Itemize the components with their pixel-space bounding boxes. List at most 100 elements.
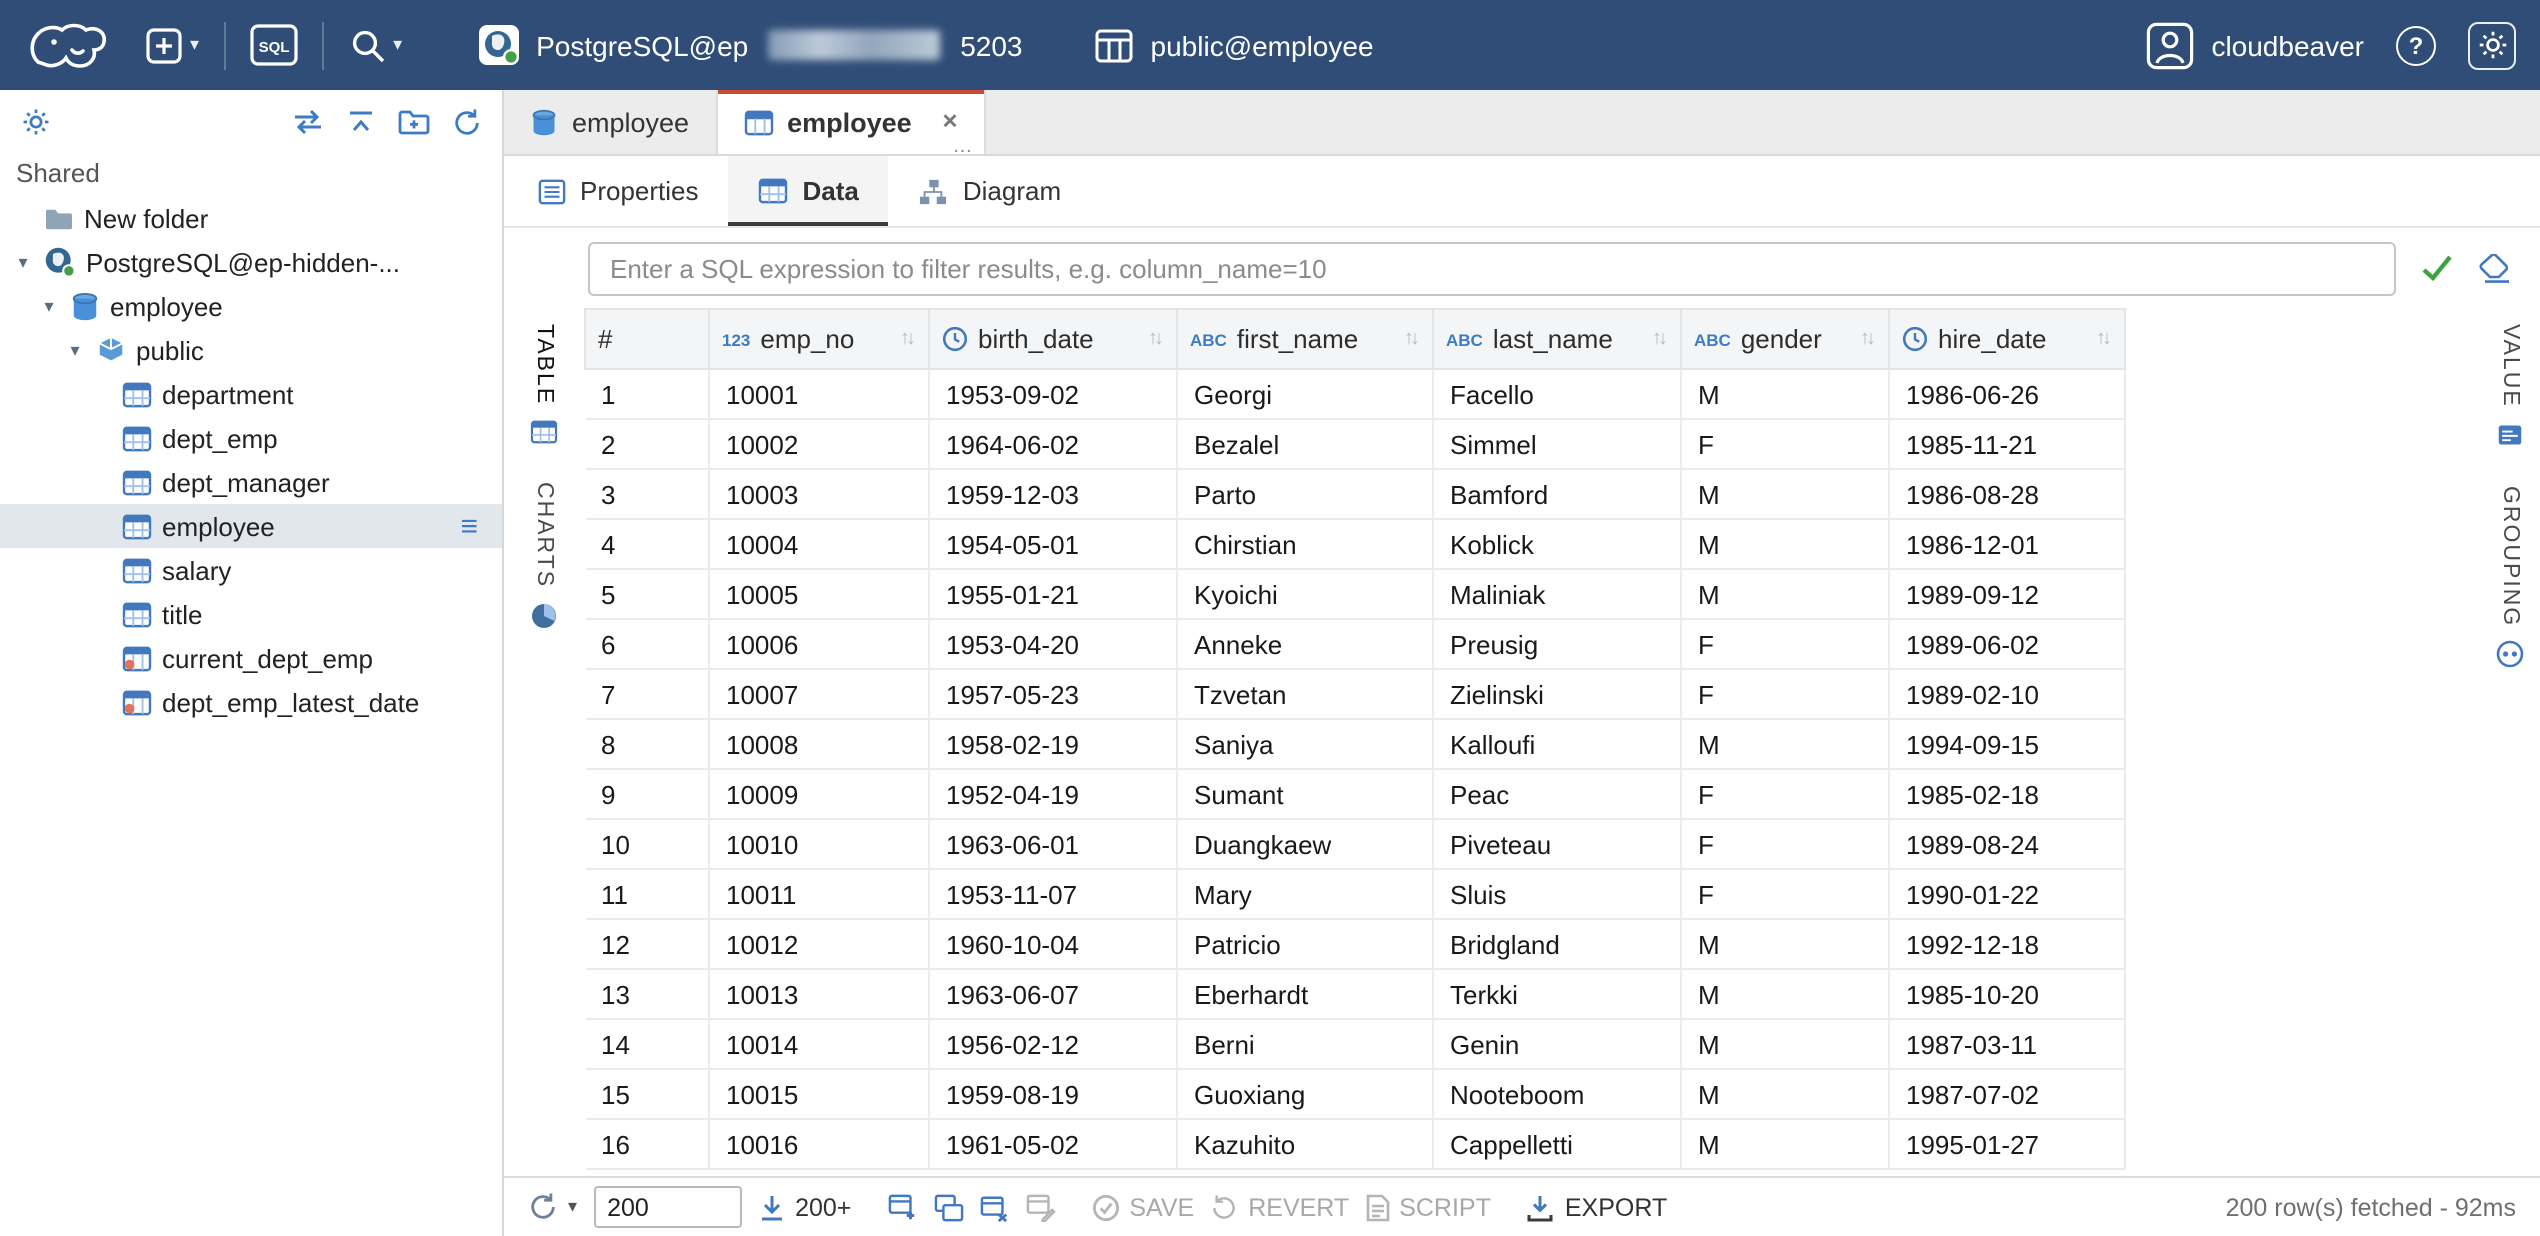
data-cell[interactable]: 1985-10-20 <box>1889 969 2125 1019</box>
data-cell[interactable]: M <box>1681 969 1889 1019</box>
data-cell[interactable]: 1986-08-28 <box>1889 469 2125 519</box>
data-cell[interactable]: Simmel <box>1433 419 1681 469</box>
column-header-hire_date[interactable]: hire_date↑↓ <box>1889 309 2125 369</box>
data-cell[interactable]: 1961-05-02 <box>929 1119 1177 1169</box>
data-cell[interactable]: Zielinski <box>1433 669 1681 719</box>
row-limit-input[interactable] <box>593 1186 741 1228</box>
export-button[interactable]: EXPORT <box>1527 1193 1667 1221</box>
data-cell[interactable]: Preusig <box>1433 619 1681 669</box>
data-cell[interactable]: 1959-12-03 <box>929 469 1177 519</box>
data-cell[interactable]: Mary <box>1177 869 1433 919</box>
column-header-first_name[interactable]: ABCfirst_name↑↓ <box>1177 309 1433 369</box>
script-button[interactable]: SCRIPT <box>1365 1193 1491 1221</box>
row-index-cell[interactable]: 15 <box>585 1069 709 1119</box>
data-cell[interactable]: 1985-11-21 <box>1889 419 2125 469</box>
panel-grouping[interactable]: GROUPING <box>2496 486 2524 675</box>
data-cell[interactable]: 1990-01-22 <box>1889 869 2125 919</box>
item-menu-icon[interactable]: ≡ <box>460 509 478 543</box>
data-cell[interactable]: 10014 <box>709 1019 929 1069</box>
refresh-button[interactable]: ▾ <box>528 1192 577 1222</box>
data-cell[interactable]: 10004 <box>709 519 929 569</box>
data-cell[interactable]: 1963-06-01 <box>929 819 1177 869</box>
row-index-cell[interactable]: 11 <box>585 869 709 919</box>
expand-chevron-icon[interactable]: ▾ <box>12 251 34 273</box>
data-cell[interactable]: Kazuhito <box>1177 1119 1433 1169</box>
data-cell[interactable]: M <box>1681 1069 1889 1119</box>
data-cell[interactable]: 1963-06-07 <box>929 969 1177 1019</box>
data-cell[interactable]: Bezalel <box>1177 419 1433 469</box>
data-cell[interactable]: 1994-09-15 <box>1889 719 2125 769</box>
column-header-gender[interactable]: ABCgender↑↓ <box>1681 309 1889 369</box>
fetch-next-button[interactable]: 200+ <box>757 1193 851 1221</box>
data-cell[interactable]: 1953-04-20 <box>929 619 1177 669</box>
row-index-cell[interactable]: 3 <box>585 469 709 519</box>
tab-employee-database[interactable]: employee <box>504 90 717 154</box>
data-cell[interactable]: 1953-09-02 <box>929 369 1177 419</box>
new-object-button[interactable]: ▾ <box>140 21 203 69</box>
connection-selector[interactable]: PostgreSQL@ep 5203 <box>478 24 1022 66</box>
tree-item-dept_manager[interactable]: dept_manager <box>0 460 502 504</box>
data-cell[interactable]: Bamford <box>1433 469 1681 519</box>
data-cell[interactable]: M <box>1681 719 1889 769</box>
add-row-icon[interactable] <box>887 1193 917 1221</box>
row-index-cell[interactable]: 14 <box>585 1019 709 1069</box>
data-cell[interactable]: Georgi <box>1177 369 1433 419</box>
tree-item-salary[interactable]: salary <box>0 548 502 592</box>
data-cell[interactable]: Guoxiang <box>1177 1069 1433 1119</box>
data-cell[interactable]: 10012 <box>709 919 929 969</box>
column-header-last_name[interactable]: ABClast_name↑↓ <box>1433 309 1681 369</box>
data-cell[interactable]: Koblick <box>1433 519 1681 569</box>
data-cell[interactable]: Peac <box>1433 769 1681 819</box>
data-cell[interactable]: 10002 <box>709 419 929 469</box>
data-cell[interactable]: Terkki <box>1433 969 1681 1019</box>
data-cell[interactable]: 1957-05-23 <box>929 669 1177 719</box>
data-cell[interactable]: 10010 <box>709 819 929 869</box>
data-cell[interactable]: 10001 <box>709 369 929 419</box>
tree-item-title[interactable]: title <box>0 592 502 636</box>
presentation-table[interactable]: TABLE <box>530 324 558 449</box>
panel-value[interactable]: VALUE <box>2496 324 2524 454</box>
data-cell[interactable]: 1964-06-02 <box>929 419 1177 469</box>
data-cell[interactable]: Kyoichi <box>1177 569 1433 619</box>
data-cell[interactable]: 1995-01-27 <box>1889 1119 2125 1169</box>
row-index-cell[interactable]: 12 <box>585 919 709 969</box>
data-cell[interactable]: 1986-06-26 <box>1889 369 2125 419</box>
expand-chevron-icon[interactable]: ▾ <box>64 339 86 361</box>
sort-icon[interactable]: ↑↓ <box>900 328 916 350</box>
data-cell[interactable]: Sumant <box>1177 769 1433 819</box>
row-index-cell[interactable]: 5 <box>585 569 709 619</box>
subtab-data[interactable]: Data <box>729 156 889 226</box>
data-cell[interactable]: 1985-02-18 <box>1889 769 2125 819</box>
sort-icon[interactable]: ↑↓ <box>1860 328 1876 350</box>
sql-filter-input[interactable] <box>588 241 2396 295</box>
data-cell[interactable]: Genin <box>1433 1019 1681 1069</box>
refresh-tree-icon[interactable] <box>452 107 482 137</box>
data-cell[interactable]: Sluis <box>1433 869 1681 919</box>
data-cell[interactable]: 1958-02-19 <box>929 719 1177 769</box>
data-cell[interactable]: Parto <box>1177 469 1433 519</box>
tree-item-department[interactable]: department <box>0 372 502 416</box>
data-cell[interactable]: 1989-06-02 <box>1889 619 2125 669</box>
data-cell[interactable]: 10009 <box>709 769 929 819</box>
data-cell[interactable]: Piveteau <box>1433 819 1681 869</box>
data-cell[interactable]: Patricio <box>1177 919 1433 969</box>
data-cell[interactable]: 10008 <box>709 719 929 769</box>
data-cell[interactable]: Tzvetan <box>1177 669 1433 719</box>
apply-filter-check-icon[interactable] <box>2420 254 2454 282</box>
data-cell[interactable]: 1956-02-12 <box>929 1019 1177 1069</box>
data-cell[interactable]: Kalloufi <box>1433 719 1681 769</box>
schema-selector[interactable]: public@employee <box>1095 27 1374 63</box>
data-cell[interactable]: M <box>1681 1119 1889 1169</box>
row-index-cell[interactable]: 9 <box>585 769 709 819</box>
data-cell[interactable]: 1954-05-01 <box>929 519 1177 569</box>
data-cell[interactable]: 10013 <box>709 969 929 1019</box>
presentation-charts[interactable]: CHARTS <box>530 481 558 635</box>
row-index-cell[interactable]: 1 <box>585 369 709 419</box>
tree-item-employee[interactable]: ▾employee <box>0 284 502 328</box>
row-index-cell[interactable]: 10 <box>585 819 709 869</box>
user-menu[interactable]: cloudbeaver <box>2145 21 2364 69</box>
sort-icon[interactable]: ↑↓ <box>1404 328 1420 350</box>
data-cell[interactable]: 1953-11-07 <box>929 869 1177 919</box>
tree-item-dept_emp_latest_date[interactable]: dept_emp_latest_date <box>0 680 502 724</box>
row-index-cell[interactable]: 2 <box>585 419 709 469</box>
